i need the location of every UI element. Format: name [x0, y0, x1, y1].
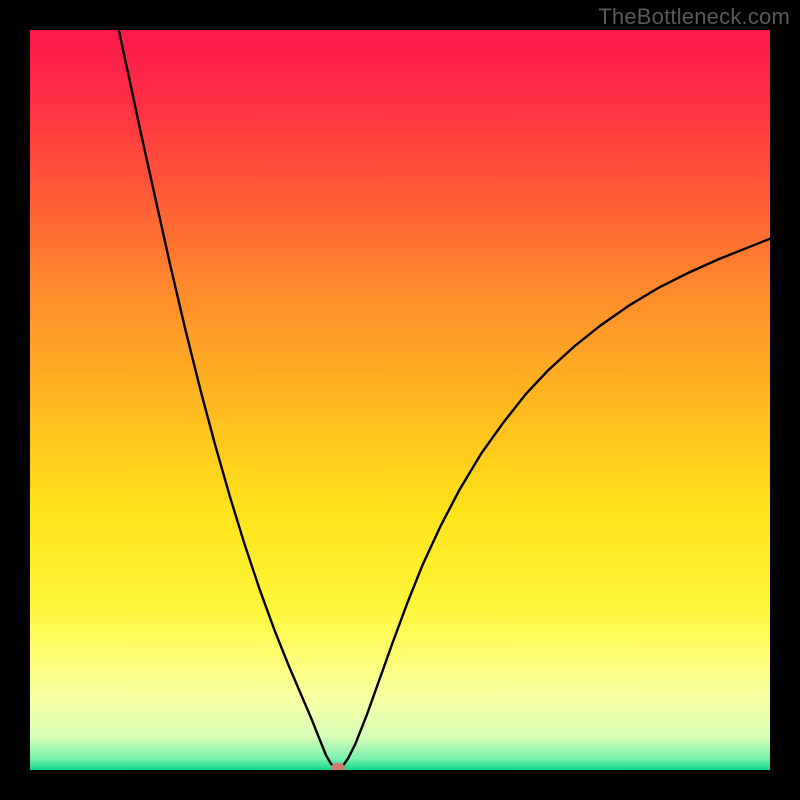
- plot-area: [30, 30, 770, 770]
- chart-frame: { "watermark": "TheBottleneck.com", "cha…: [0, 0, 800, 800]
- watermark-text: TheBottleneck.com: [598, 4, 790, 30]
- gradient-background: [30, 30, 770, 770]
- bottleneck-chart: [30, 30, 770, 770]
